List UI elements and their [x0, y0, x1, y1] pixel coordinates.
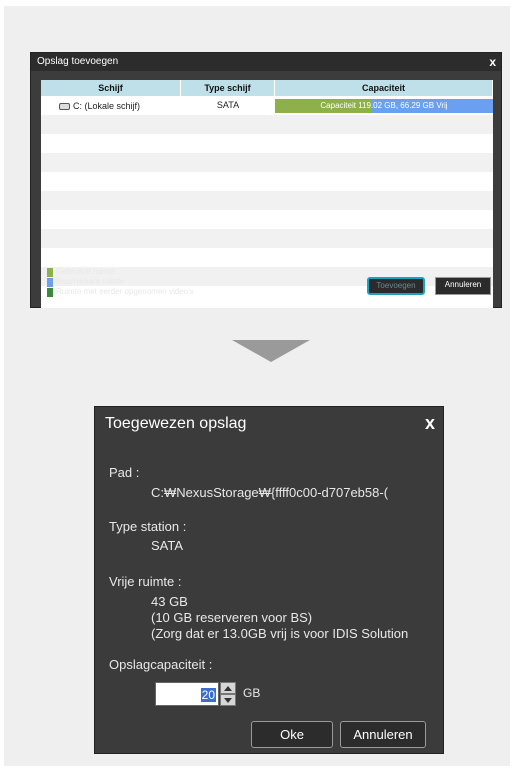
- capacity-unit: GB: [243, 686, 261, 700]
- storage-capacity-label: Opslagcapaciteit :: [109, 657, 213, 672]
- table-row-empty: [41, 229, 493, 248]
- legend-label: Ruimte met eerder opgenomen video's: [56, 287, 194, 296]
- arrow-down-icon: [232, 340, 310, 362]
- legend-item-recorded: Ruimte met eerder opgenomen video's: [47, 287, 194, 297]
- table-row-empty: [41, 134, 493, 153]
- table-row-empty: [41, 172, 493, 191]
- column-header-disk[interactable]: Schijf: [41, 80, 181, 96]
- chevron-up-icon: [224, 685, 232, 691]
- legend-label: Gebruikte ruimte: [56, 267, 116, 276]
- ok-button[interactable]: Oke: [251, 721, 333, 748]
- column-header-capacity[interactable]: Capaciteit: [275, 80, 493, 96]
- legend-item-available: Beschikbare ruimte: [47, 277, 194, 287]
- assigned-storage-dialog: Toegewezen opslag x Pad : C:₩NexusStorag…: [94, 406, 444, 754]
- table-row-empty: [41, 210, 493, 229]
- legend-swatch: [47, 287, 53, 297]
- table-row-empty: [41, 153, 493, 172]
- table-row-empty: [41, 115, 493, 134]
- add-storage-dialog: Opslag toevoegen x Schijf Type schijf Ca…: [30, 52, 502, 308]
- path-value: C:₩NexusStorage₩{ffff0c00-d707eb58-(: [151, 485, 389, 500]
- capacity-value: 20: [200, 688, 216, 702]
- table-row[interactable]: C: (Lokale schijf) SATA Capaciteit 119.0…: [41, 96, 493, 115]
- legend-item-used: Gebruikte ruimte: [47, 267, 194, 277]
- free-space-label: Vrije ruimte :: [109, 574, 182, 589]
- add-button[interactable]: Toevoegen: [367, 277, 425, 295]
- dialog-title: Opslag toevoegen: [31, 53, 501, 71]
- table-row-empty: [41, 248, 493, 267]
- free-space-value: 43 GB: [151, 594, 188, 609]
- capacity-text: Capaciteit 119.02 GB, 66.29 GB Vrij: [320, 101, 448, 110]
- station-type-label: Type station :: [109, 519, 187, 534]
- hard-drive-icon: [59, 102, 70, 110]
- close-icon[interactable]: x: [425, 413, 435, 434]
- table-row-empty: [41, 191, 493, 210]
- disk-type-cell: SATA: [216, 100, 240, 110]
- legend: Gebruikte ruimte Beschikbare ruimte Ruim…: [47, 267, 194, 297]
- capacity-bar: Capaciteit 119.02 GB, 66.29 GB Vrij: [275, 99, 493, 113]
- dialog-title: Toegewezen opslag: [105, 415, 247, 432]
- capacity-stepper-input[interactable]: 20: [155, 682, 219, 706]
- cancel-button[interactable]: Annuleren: [435, 277, 491, 295]
- free-note: (Zorg dat er 13.0GB vrij is voor IDIS So…: [151, 626, 409, 641]
- disk-name: C: (Lokale schijf): [73, 100, 141, 111]
- legend-swatch: [47, 277, 53, 287]
- station-type-value: SATA: [151, 538, 184, 553]
- legend-label: Beschikbare ruimte: [56, 277, 125, 286]
- column-header-type[interactable]: Type schijf: [181, 80, 275, 96]
- close-icon[interactable]: x: [489, 53, 496, 71]
- increment-button[interactable]: [220, 682, 236, 694]
- background-panel: Opslag toevoegen x Schijf Type schijf Ca…: [4, 6, 510, 766]
- decrement-button[interactable]: [220, 694, 236, 706]
- reserve-note: (10 GB reserveren voor BS): [151, 610, 313, 625]
- chevron-down-icon: [224, 697, 232, 703]
- capacity-stepper: [220, 682, 236, 706]
- table-header: Schijf Type schijf Capaciteit: [41, 80, 493, 96]
- cancel-button[interactable]: Annuleren: [340, 721, 426, 748]
- path-label: Pad :: [109, 465, 140, 480]
- capacity-cell: Capaciteit 119.02 GB, 66.29 GB Vrij: [275, 96, 493, 115]
- legend-swatch: [47, 267, 53, 277]
- disk-cell: C: (Lokale schijf): [41, 96, 181, 115]
